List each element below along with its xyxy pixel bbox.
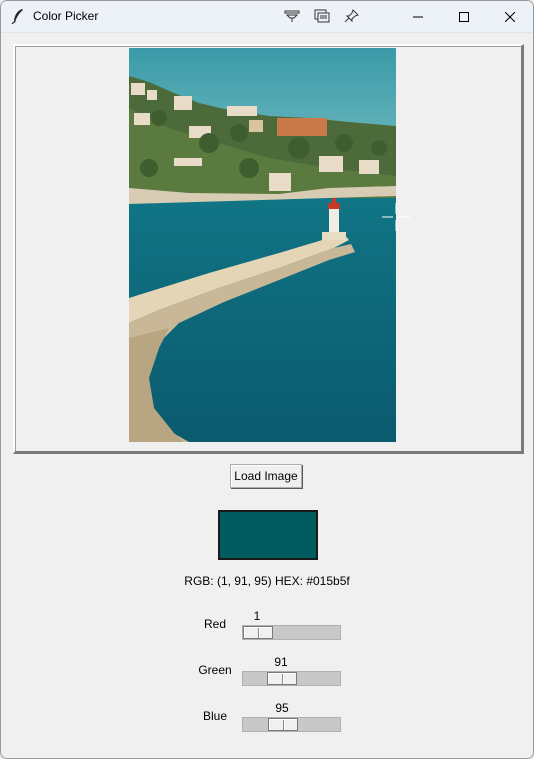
green-slider[interactable] bbox=[242, 671, 341, 686]
harbor-photo[interactable] bbox=[129, 48, 396, 442]
window-title: Color Picker bbox=[33, 9, 99, 23]
feather-icon bbox=[11, 9, 23, 24]
blue-value: 95 bbox=[275, 701, 289, 715]
red-slider-thumb[interactable] bbox=[243, 626, 273, 639]
minimize-button[interactable] bbox=[395, 1, 441, 32]
pushpin-icon[interactable] bbox=[344, 9, 360, 23]
blue-slider[interactable] bbox=[242, 717, 341, 732]
crosshair-icon bbox=[382, 203, 410, 231]
blue-slider-thumb[interactable] bbox=[268, 718, 298, 731]
pin-filter-icon[interactable] bbox=[284, 9, 300, 23]
minimize-icon bbox=[413, 16, 423, 17]
app-window: Color Picker Load Image RGB: (1, 91, 95)… bbox=[0, 0, 534, 759]
color-swatch bbox=[218, 510, 318, 560]
blue-label: Blue bbox=[202, 709, 228, 723]
green-slider-thumb[interactable] bbox=[267, 672, 297, 685]
window-cascade-icon[interactable] bbox=[314, 9, 330, 23]
maximize-icon bbox=[459, 11, 469, 22]
close-button[interactable] bbox=[487, 1, 533, 32]
close-icon bbox=[505, 11, 515, 22]
image-canvas[interactable] bbox=[13, 44, 524, 454]
green-value: 91 bbox=[274, 655, 288, 669]
red-value: 1 bbox=[253, 609, 261, 623]
red-slider[interactable] bbox=[242, 625, 341, 640]
color-info-label: RGB: (1, 91, 95) HEX: #015b5f bbox=[184, 574, 350, 588]
title-bar[interactable]: Color Picker bbox=[1, 1, 533, 33]
green-label: Green bbox=[198, 663, 232, 677]
maximize-button[interactable] bbox=[441, 1, 487, 32]
load-image-button[interactable]: Load Image bbox=[230, 464, 302, 488]
red-label: Red bbox=[203, 617, 226, 631]
